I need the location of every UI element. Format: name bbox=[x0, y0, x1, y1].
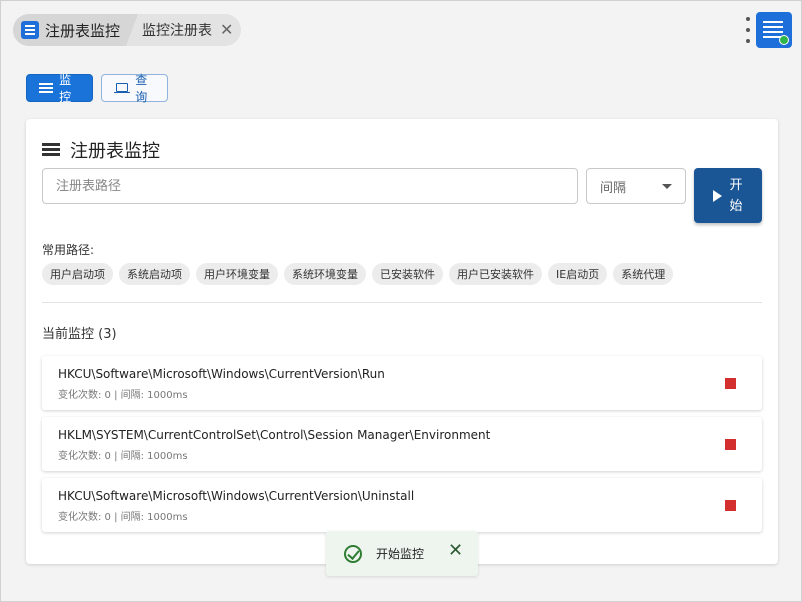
start-button-label: 开始 bbox=[729, 177, 743, 214]
breadcrumb: 注册表监控 监控注册表 ✕ bbox=[13, 14, 242, 46]
start-button[interactable]: 开始 bbox=[694, 168, 762, 223]
laptop-icon bbox=[114, 82, 131, 94]
monitor-item: HKCU\Software\Microsoft\Windows\CurrentV… bbox=[42, 356, 762, 410]
breadcrumb-current[interactable]: 监控注册表 ✕ bbox=[138, 14, 241, 46]
stop-monitor-icon[interactable] bbox=[725, 500, 736, 511]
monitor-path: HKCU\Software\Microsoft\Windows\CurrentV… bbox=[58, 367, 385, 381]
stop-monitor-icon[interactable] bbox=[725, 439, 736, 450]
list-icon bbox=[39, 83, 54, 93]
monitor-meta: 变化次数: 0 | 间隔: 1000ms bbox=[58, 390, 188, 401]
tab-monitor[interactable]: 监控 bbox=[26, 73, 93, 104]
interval-select-label: 间隔 bbox=[600, 180, 627, 196]
close-icon[interactable]: ✕ bbox=[220, 22, 233, 38]
toast-message: 开始监控 bbox=[376, 547, 425, 561]
play-icon bbox=[712, 189, 722, 202]
quick-path-chip[interactable]: 系统代理 bbox=[613, 263, 674, 285]
breadcrumb-app-title: 注册表监控 bbox=[45, 21, 121, 40]
monitor-meta: 变化次数: 0 | 间隔: 1000ms bbox=[58, 451, 188, 462]
more-options-icon[interactable] bbox=[745, 17, 751, 43]
app-logo-icon bbox=[756, 12, 792, 48]
stop-monitor-icon[interactable] bbox=[725, 378, 736, 389]
app-window: 注册表监控 监控注册表 ✕ 监控 查询 注册表监控 间隔 开 bbox=[0, 0, 802, 602]
quick-paths: 用户启动项 系统启动项 用户环境变量 系统环境变量 已安装软件 用户已安装软件 … bbox=[42, 263, 674, 285]
monitor-item: HKCU\Software\Microsoft\Windows\CurrentV… bbox=[42, 478, 762, 532]
quick-path-chip[interactable]: 已安装软件 bbox=[372, 263, 443, 285]
quick-path-chip[interactable]: 用户启动项 bbox=[42, 263, 113, 285]
database-icon bbox=[42, 143, 60, 157]
breadcrumb-app[interactable]: 注册表监控 bbox=[13, 14, 127, 46]
quick-path-chip[interactable]: 用户环境变量 bbox=[196, 263, 278, 285]
breadcrumb-separator bbox=[126, 14, 139, 46]
quick-path-chip[interactable]: 系统环境变量 bbox=[284, 263, 366, 285]
panel-title: 注册表监控 bbox=[42, 137, 160, 163]
interval-select[interactable]: 间隔 bbox=[586, 168, 686, 204]
divider bbox=[42, 302, 762, 303]
tab-query[interactable]: 查询 bbox=[101, 73, 168, 104]
monitor-panel: 注册表监控 间隔 开始 常用路径: 用户启动项 系统启动项 用户环境变量 系统环… bbox=[26, 119, 778, 564]
registry-app-icon bbox=[21, 21, 39, 39]
quick-path-chip[interactable]: 用户已安装软件 bbox=[449, 263, 542, 285]
registry-path-input[interactable] bbox=[42, 168, 578, 204]
tab-monitor-label: 监控 bbox=[59, 73, 72, 104]
tab-query-label: 查询 bbox=[135, 73, 148, 104]
quick-path-chip[interactable]: 系统启动项 bbox=[119, 263, 190, 285]
toast-notification: 开始监控 ✕ bbox=[326, 531, 478, 576]
monitor-path: HKLM\SYSTEM\CurrentControlSet\Control\Se… bbox=[58, 428, 491, 442]
quick-paths-label: 常用路径: bbox=[42, 243, 95, 257]
monitor-item: HKLM\SYSTEM\CurrentControlSet\Control\Se… bbox=[42, 417, 762, 471]
close-icon[interactable]: ✕ bbox=[448, 542, 463, 560]
monitor-meta: 变化次数: 0 | 间隔: 1000ms bbox=[58, 512, 188, 523]
check-circle-icon bbox=[344, 544, 362, 563]
breadcrumb-current-label: 监控注册表 bbox=[142, 23, 213, 39]
current-monitors-title: 当前监控 (3) bbox=[42, 327, 117, 342]
quick-path-chip[interactable]: IE启动页 bbox=[548, 263, 608, 285]
panel-title-text: 注册表监控 bbox=[70, 141, 160, 162]
monitor-path: HKCU\Software\Microsoft\Windows\CurrentV… bbox=[58, 489, 415, 503]
caret-down-icon bbox=[662, 183, 672, 189]
